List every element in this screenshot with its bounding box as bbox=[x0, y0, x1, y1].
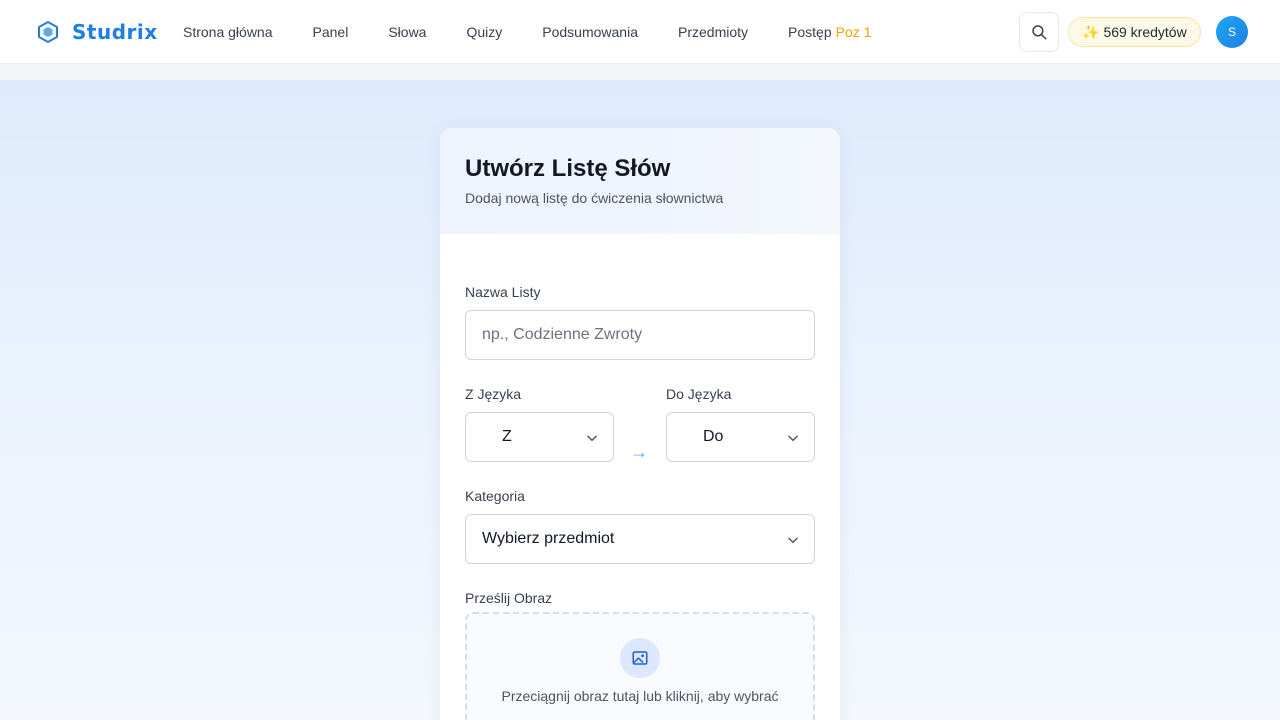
list-name-label: Nazwa Listy bbox=[465, 284, 541, 300]
avatar[interactable]: S bbox=[1216, 16, 1248, 48]
to-language-value: Do bbox=[703, 428, 724, 445]
chevron-down-icon bbox=[788, 537, 798, 544]
category-value: Wybierz przedmiot bbox=[482, 530, 615, 547]
nav-item-quizzes[interactable]: Quizy bbox=[466, 24, 502, 40]
from-language-value: Z bbox=[502, 428, 512, 445]
chevron-down-icon bbox=[788, 435, 798, 442]
nav-item-summaries[interactable]: Podsumowania bbox=[542, 24, 638, 40]
search-icon bbox=[1032, 25, 1047, 40]
search-button[interactable] bbox=[1019, 12, 1059, 52]
to-language-label: Do Języka bbox=[666, 386, 732, 402]
image-dropzone[interactable]: Przeciągnij obraz tutaj lub kliknij, aby… bbox=[465, 612, 815, 720]
level-badge: Poz 1 bbox=[835, 24, 872, 40]
arrow-right-icon: → bbox=[630, 442, 648, 462]
card-header: Utwórz Listę Słów Dodaj nową listę do ćw… bbox=[440, 128, 840, 234]
nav-item-dashboard[interactable]: Panel bbox=[313, 24, 349, 40]
top-navbar: Studrix Strona główna Panel Słowa Quizy … bbox=[0, 0, 1280, 64]
category-select[interactable]: Wybierz przedmiot bbox=[465, 514, 815, 564]
nav-item-home[interactable]: Strona główna bbox=[183, 24, 273, 40]
credits-badge[interactable]: ✨ 569 kredytów bbox=[1068, 17, 1201, 47]
credits-count: 569 kredytów bbox=[1103, 24, 1187, 40]
chevron-down-icon bbox=[587, 435, 597, 442]
nav-item-progress[interactable]: Postęp Poz 1 bbox=[788, 24, 871, 40]
create-list-card: Utwórz Listę Słów Dodaj nową listę do ćw… bbox=[440, 128, 840, 720]
page-title: Utwórz Listę Słów bbox=[465, 155, 671, 182]
hexagon-logo-icon bbox=[38, 21, 58, 43]
nav-item-subjects[interactable]: Przedmioty bbox=[678, 24, 748, 40]
brand-logo[interactable]: Studrix bbox=[36, 18, 158, 46]
page-subtitle: Dodaj nową listę do ćwiczenia słownictwa bbox=[465, 190, 724, 206]
image-icon bbox=[620, 638, 660, 678]
dropzone-hint: Przeciągnij obraz tutaj lub kliknij, aby… bbox=[501, 688, 779, 704]
from-language-select[interactable]: Z bbox=[465, 412, 614, 462]
upload-image-label: Prześlij Obraz bbox=[465, 590, 553, 606]
brand-name: Studrix bbox=[72, 20, 158, 44]
sparkles-icon: ✨ bbox=[1082, 23, 1100, 40]
list-name-input[interactable] bbox=[465, 310, 815, 360]
nav-item-progress-label: Postęp bbox=[788, 24, 832, 40]
to-language-select[interactable]: Do bbox=[666, 412, 815, 462]
header-divider bbox=[0, 64, 1280, 80]
category-label: Kategoria bbox=[465, 488, 525, 504]
main-nav: Strona główna Panel Słowa Quizy Podsumow… bbox=[183, 0, 911, 64]
nav-item-words[interactable]: Słowa bbox=[388, 24, 426, 40]
from-language-label: Z Języka bbox=[465, 386, 522, 402]
